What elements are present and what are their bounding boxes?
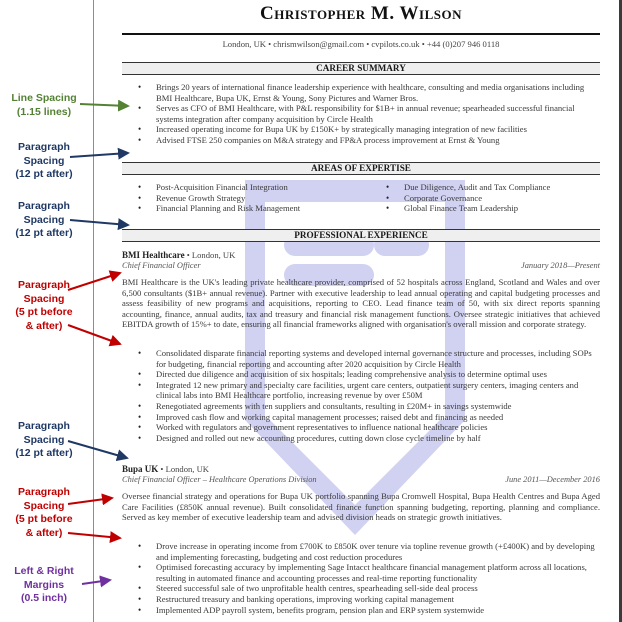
job-location: • London, UK <box>158 464 210 474</box>
section-header-areas-of-expertise: AREAS OF EXPERTISE <box>122 162 600 175</box>
list-item: Implemented ADP payroll system, benefits… <box>136 605 600 616</box>
annotation-text: Spacing <box>23 213 65 226</box>
annotation-text: Spacing <box>23 292 65 305</box>
list-item: Post-Acquisition Financial Integration <box>136 182 376 193</box>
career-summary-list: Brings 20 years of international finance… <box>136 82 596 146</box>
annotation-paragraph-spacing-5: Paragraph Spacing (5 pt before & after) <box>0 486 88 540</box>
annotation-text: (0.5 inch) <box>20 592 68 604</box>
annotation-paragraph-spacing-1: Paragraph Spacing (12 pt after) <box>0 141 88 182</box>
annotation-line-spacing: Line Spacing (1.15 lines) <box>0 92 88 119</box>
list-item: Serves as CFO of BMI Healthcare, with P&… <box>136 103 596 124</box>
list-item: Brings 20 years of international finance… <box>136 82 596 103</box>
list-item: Increased operating income for Bupa UK b… <box>136 124 596 135</box>
list-item: Optimised forecasting accuracy by implem… <box>136 562 600 583</box>
job-title: Chief Financial Officer <box>122 260 201 270</box>
list-item: Directed due diligence and acquisition o… <box>136 369 600 380</box>
annotation-text: Paragraph <box>18 200 70 212</box>
annotation-text: & after) <box>25 526 63 539</box>
annotation-paragraph-spacing-4: Paragraph Spacing (12 pt after) <box>0 420 88 461</box>
annotation-text: (5 pt before <box>15 513 73 525</box>
job-description: BMI Healthcare is the UK's leading priva… <box>122 277 600 330</box>
list-item: Drove increase in operating income from … <box>136 541 600 562</box>
expertise-list-right: Due Diligence, Audit and Tax Compliance … <box>384 182 600 214</box>
job-company: Bupa UK <box>122 464 159 474</box>
annotation-text: (12 pt after) <box>15 227 73 239</box>
list-item: Integrated 12 new primary and specialty … <box>136 380 600 401</box>
job-dates: January 2018—Present <box>520 260 600 270</box>
annotation-text: (12 pt after) <box>15 168 73 180</box>
annotation-text: Line Spacing <box>11 92 77 104</box>
annotation-text: (12 pt after) <box>15 447 73 459</box>
annotation-text: Spacing <box>23 433 65 446</box>
annotation-paragraph-spacing-3: Paragraph Spacing (5 pt before & after) <box>0 279 88 333</box>
candidate-name: Christopher M. Wilson <box>260 3 462 24</box>
annotation-text: Paragraph <box>18 486 70 498</box>
list-item: Consolidated disparate financial reporti… <box>136 348 600 369</box>
list-item: Improved cash flow and working capital m… <box>136 412 600 423</box>
job-header-bupa: Bupa UK • London, UK Chief Financial Off… <box>122 464 600 485</box>
job-description: Oversee financial strategy and operation… <box>122 491 600 523</box>
annotation-text: (1.15 lines) <box>16 105 72 118</box>
section-header-professional-experience: PROFESSIONAL EXPERIENCE <box>122 229 600 242</box>
list-item: Advised FTSE 250 companies on M&A strate… <box>136 135 596 146</box>
list-item: Due Diligence, Audit and Tax Compliance <box>384 182 600 193</box>
job-location: • London, UK <box>184 250 236 260</box>
list-item: Worked with regulators and government re… <box>136 422 600 433</box>
job-header-bmi: BMI Healthcare • London, UK Chief Financ… <box>122 250 600 271</box>
job-company: BMI Healthcare <box>122 250 185 260</box>
annotation-text: Spacing <box>23 154 65 167</box>
annotation-text: & after) <box>25 319 63 332</box>
list-item: Financial Planning and Risk Management <box>136 203 376 214</box>
contact-info: London, UK • chrismwilson@gmail.com • cv… <box>222 39 500 49</box>
annotation-text: (5 pt before <box>15 306 73 318</box>
list-item: Renegotiated agreements with ten supplie… <box>136 401 600 412</box>
annotation-text: Paragraph <box>18 141 70 153</box>
annotation-text: Paragraph <box>18 420 70 432</box>
resume-page: Christopher M. Wilson London, UK • chris… <box>122 0 600 622</box>
name-divider <box>122 33 600 35</box>
list-item: Revenue Growth Strategy <box>136 193 376 204</box>
annotation-paragraph-spacing-2: Paragraph Spacing (12 pt after) <box>0 200 88 241</box>
job-title: Chief Financial Officer – Healthcare Ope… <box>122 474 317 484</box>
job-dates: June 2011—December 2016 <box>505 474 600 484</box>
list-item: Designed and rolled out new accounting p… <box>136 433 600 444</box>
annotation-text: Margins <box>23 578 65 591</box>
annotation-text: Spacing <box>23 499 65 512</box>
list-item: Steered successful sale of two unprofita… <box>136 583 600 594</box>
expertise-list-left: Post-Acquisition Financial Integration R… <box>136 182 376 214</box>
annotation-margins: Left & Right Margins (0.5 inch) <box>0 565 88 606</box>
margin-guide-line <box>93 0 94 622</box>
section-header-career-summary: CAREER SUMMARY <box>122 62 600 75</box>
job-achievements-bmi: Consolidated disparate financial reporti… <box>136 348 600 443</box>
job-achievements-bupa: Drove increase in operating income from … <box>136 541 600 615</box>
annotation-text: Paragraph <box>18 279 70 291</box>
list-item: Global Finance Team Leadership <box>384 203 600 214</box>
list-item: Restructured treasury and banking operat… <box>136 594 600 605</box>
annotation-text: Left & Right <box>14 565 74 577</box>
list-item: Corporate Governance <box>384 193 600 204</box>
